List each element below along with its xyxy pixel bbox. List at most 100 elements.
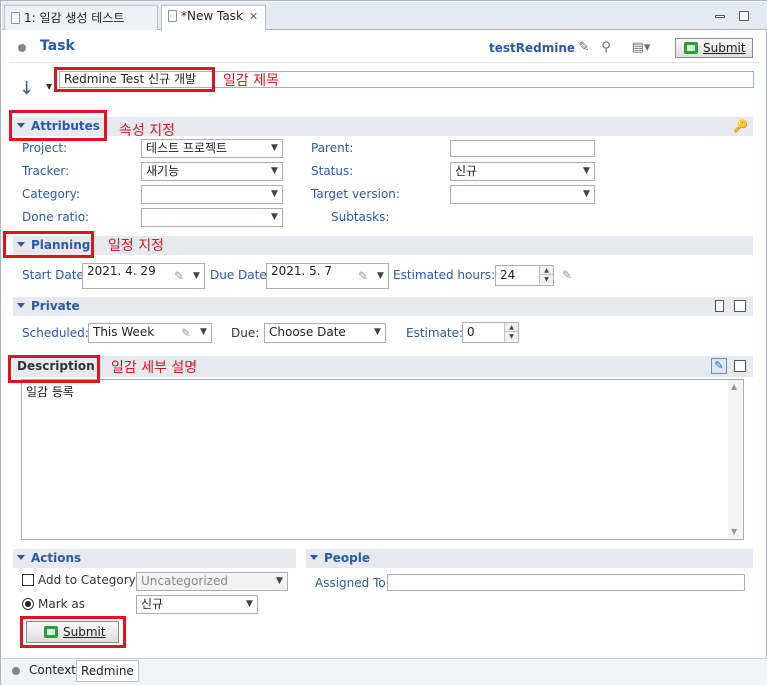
- status-select[interactable]: 신규 ▼: [450, 162, 595, 181]
- attributes-annotation: 속성 지정: [119, 123, 175, 139]
- estimated-hours-label: Estimated hours:: [393, 268, 496, 282]
- task-status-icon: [18, 44, 26, 52]
- description-scrollbar[interactable]: ▲ ▼: [728, 380, 743, 539]
- context-icon: [12, 667, 20, 675]
- start-date-value: 2021. 4. 29: [87, 264, 156, 278]
- submit-button-top-label: Submit: [703, 41, 746, 55]
- close-icon[interactable]: ✕: [249, 10, 258, 23]
- spinner-buttons[interactable]: ▲ ▼: [539, 266, 553, 285]
- chevron-down-icon: ▼: [373, 264, 388, 288]
- target-version-select[interactable]: ▼: [450, 185, 595, 204]
- assigned-to-input[interactable]: [387, 574, 745, 591]
- scheduled-picker[interactable]: This Week ✎ ▼: [88, 323, 212, 343]
- description-annotation-box: [8, 355, 100, 383]
- chevron-down-icon: ▼: [267, 186, 282, 203]
- chevron-down-icon: ▼: [242, 596, 257, 613]
- expand-triangle-icon: [17, 303, 25, 308]
- private-section-header[interactable]: Private: [13, 297, 753, 316]
- spinner-down-icon[interactable]: ▼: [540, 275, 553, 284]
- tab-new-task-label: *New Task: [181, 9, 243, 23]
- chevron-down-icon: ▼: [272, 573, 287, 590]
- target-version-label: Target version:: [311, 187, 400, 201]
- repository-link[interactable]: testRedmine: [489, 41, 575, 55]
- estimate-value: 0: [467, 325, 475, 339]
- people-section-title: People: [324, 551, 371, 565]
- chevron-down-icon: ▼: [196, 324, 211, 342]
- spinner-buttons[interactable]: ▲ ▼: [504, 323, 518, 342]
- clear-date-icon[interactable]: ✎: [358, 269, 368, 283]
- open-with-browser-icon[interactable]: ▤▾: [627, 40, 655, 56]
- submit-button-top[interactable]: Submit: [675, 38, 753, 58]
- notes-icon[interactable]: [715, 300, 724, 312]
- subtasks-label: Subtasks:: [331, 210, 390, 224]
- clear-date-icon[interactable]: ✎: [174, 269, 184, 283]
- refresh-attributes-icon[interactable]: 🔑: [733, 119, 748, 133]
- done-ratio-label: Done ratio:: [22, 210, 90, 224]
- maximize-icon[interactable]: [734, 300, 746, 312]
- estimate-spinner[interactable]: 0 ▲ ▼: [462, 322, 519, 343]
- category-select[interactable]: ▼: [141, 185, 283, 204]
- planning-annotation-box: [3, 231, 94, 258]
- clear-date-icon[interactable]: ✎: [181, 325, 191, 342]
- description-text: 일감 등록: [26, 385, 74, 399]
- edit-icon[interactable]: ✎: [711, 358, 727, 374]
- estimated-hours-spinner[interactable]: 24 ▲ ▼: [495, 265, 554, 286]
- mark-as-select[interactable]: 신규 ▼: [136, 595, 258, 614]
- summary-annotation-box: [54, 67, 215, 92]
- scroll-down-icon[interactable]: ▼: [731, 527, 737, 536]
- tracker-select-value: 새기능: [146, 164, 180, 178]
- clear-icon[interactable]: ✎: [576, 40, 592, 56]
- minimize-icon[interactable]: [715, 15, 725, 18]
- priority-dropdown-icon[interactable]: ▼: [46, 82, 52, 91]
- editor-tab-bar: 1: 일감 생성 테스트 *New Task ✕: [2, 2, 767, 31]
- planning-annotation: 일정 지정: [108, 238, 164, 254]
- start-date-picker[interactable]: 2021. 4. 29 ✎ ▼: [82, 263, 205, 289]
- spinner-down-icon[interactable]: ▼: [505, 332, 518, 341]
- mark-as-value: 신규: [141, 597, 164, 611]
- category-target-select[interactable]: Uncategorized ▼: [136, 572, 288, 591]
- header-divider: [9, 62, 759, 63]
- tracker-label: Tracker:: [22, 164, 70, 178]
- status-select-value: 신규: [455, 164, 478, 178]
- chevron-down-icon: ▼: [579, 186, 594, 203]
- clear-hours-icon[interactable]: ✎: [562, 268, 572, 282]
- chevron-down-icon: ▼: [370, 324, 385, 342]
- description-textarea[interactable]: 일감 등록 ▲ ▼: [21, 379, 744, 540]
- attributes-annotation-box: [9, 110, 107, 141]
- description-annotation: 일감 세부 설명: [111, 360, 198, 376]
- chevron-down-icon: ▼: [579, 163, 594, 180]
- summary-annotation: 일감 제목: [223, 73, 279, 89]
- chevron-down-icon: ▼: [189, 264, 204, 288]
- parent-input[interactable]: [450, 140, 595, 157]
- spinner-up-icon[interactable]: ▲: [540, 266, 553, 275]
- due-date-picker[interactable]: 2021. 5. 7 ✎ ▼: [266, 263, 389, 289]
- start-date-label: Start Date:: [22, 268, 88, 282]
- tab-task-1[interactable]: 1: 일감 생성 테스트: [4, 5, 158, 30]
- search-icon[interactable]: ⚲: [598, 40, 614, 56]
- task-document-icon: [168, 10, 177, 22]
- people-section-header[interactable]: People: [306, 549, 753, 568]
- done-ratio-select[interactable]: ▼: [141, 208, 283, 227]
- tab-new-task[interactable]: *New Task ✕: [161, 5, 266, 31]
- due-select[interactable]: Choose Date ▼: [264, 323, 386, 343]
- chevron-down-icon: ▼: [267, 209, 282, 226]
- actions-section-header[interactable]: Actions: [13, 549, 296, 568]
- tab-context[interactable]: Context: [25, 660, 80, 682]
- submit-icon: [684, 42, 698, 54]
- private-section-title: Private: [31, 299, 80, 313]
- scroll-up-icon[interactable]: ▲: [731, 382, 737, 391]
- mark-as-label: Mark as: [38, 597, 86, 611]
- maximize-icon[interactable]: [734, 360, 746, 372]
- priority-arrow-icon[interactable]: ↓: [19, 78, 34, 99]
- tab-redmine[interactable]: Redmine: [76, 660, 139, 682]
- page-title: Task: [40, 38, 75, 54]
- status-label: Status:: [311, 164, 354, 178]
- editor-window: 1: 일감 생성 테스트 *New Task ✕ Task testRedmine…: [0, 0, 767, 685]
- add-to-category-checkbox[interactable]: [22, 574, 34, 586]
- project-select[interactable]: 테스트 프로젝트 ▼: [141, 139, 283, 158]
- expand-triangle-icon: [17, 555, 25, 560]
- mark-as-radio[interactable]: [22, 598, 34, 610]
- tracker-select[interactable]: 새기능 ▼: [141, 162, 283, 181]
- spinner-up-icon[interactable]: ▲: [505, 323, 518, 332]
- maximize-icon[interactable]: [739, 11, 749, 21]
